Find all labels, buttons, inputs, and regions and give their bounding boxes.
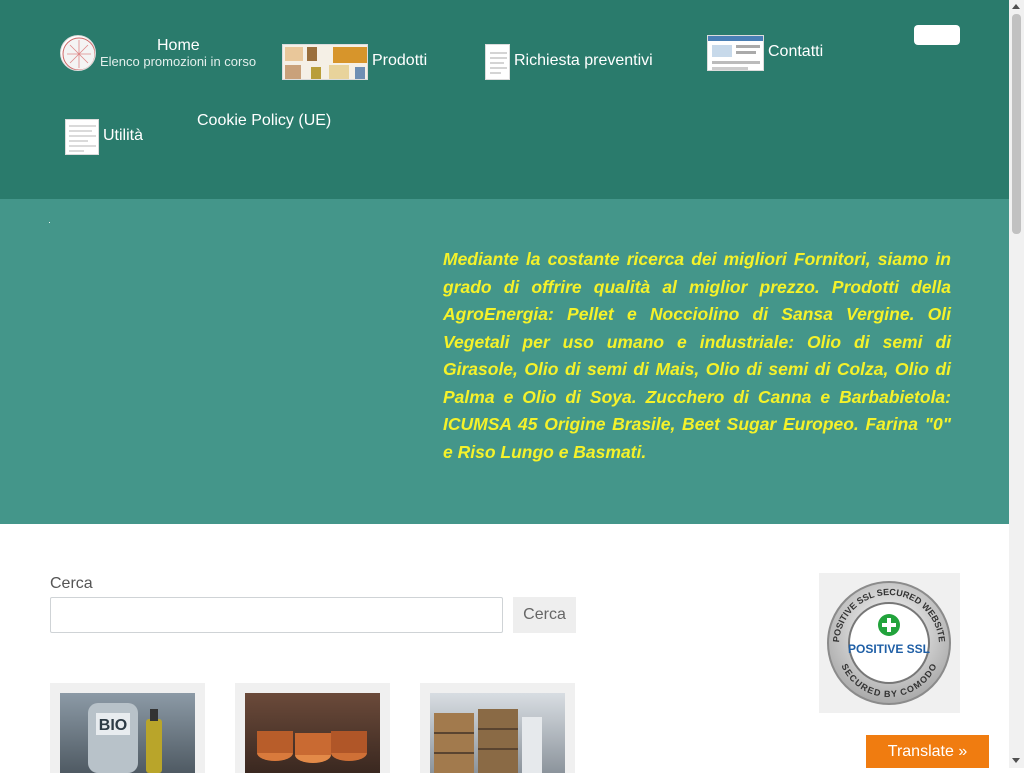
scroll-up-arrow-icon[interactable]	[1012, 4, 1020, 9]
products-collage-icon	[285, 47, 367, 79]
nav-home[interactable]: Home	[157, 37, 200, 55]
contatti-thumbnail[interactable]	[707, 35, 764, 71]
utility-page-icon	[69, 125, 96, 152]
warehouse-pallets-image[interactable]	[430, 693, 565, 773]
preventivi-thumbnail[interactable]	[485, 44, 510, 80]
scrollbar[interactable]	[1009, 0, 1024, 768]
ssl-seal-icon: POSITIVE SSL SECURED WEBSITE SECURED BY …	[827, 581, 951, 705]
nav-prodotti[interactable]: Prodotti	[372, 52, 427, 70]
search-button[interactable]: Cerca	[513, 597, 576, 633]
search-label: Cerca	[50, 575, 93, 592]
menu-toggle-button[interactable]	[914, 25, 960, 45]
map-icon	[62, 37, 95, 70]
utilita-thumbnail[interactable]	[65, 119, 99, 155]
document-icon	[490, 52, 507, 74]
ssl-badge[interactable]: POSITIVE SSL SECURED WEBSITE SECURED BY …	[819, 573, 960, 713]
product-card[interactable]	[235, 683, 390, 773]
scrollbar-thumb[interactable]	[1012, 14, 1021, 234]
home-thumbnail[interactable]	[60, 35, 96, 71]
nav-contatti[interactable]: Contatti	[768, 43, 823, 61]
bio-oil-tanks-image[interactable]: BIO	[60, 693, 195, 773]
product-card[interactable]: BIO	[50, 683, 205, 773]
hero-dot	[49, 222, 50, 223]
hero-description: Mediante la costante ricerca dei miglior…	[443, 249, 951, 462]
nav-preventivi[interactable]: Richiesta preventivi	[514, 52, 653, 70]
scroll-down-arrow-icon[interactable]	[1012, 758, 1020, 763]
prodotti-thumbnail[interactable]	[282, 44, 368, 80]
svg-text:BIO: BIO	[99, 717, 127, 734]
search-input[interactable]	[50, 597, 503, 633]
contact-page-icon	[708, 36, 763, 70]
site-header: Home Elenco promozioni in corso Prodotti…	[0, 0, 1009, 199]
copper-rolls-image[interactable]	[245, 693, 380, 773]
svg-text:POSITIVE SSL: POSITIVE SSL	[848, 642, 930, 656]
nav-utilita[interactable]: Utilità	[103, 127, 143, 145]
product-card[interactable]	[420, 683, 575, 773]
nav-home-sublabel[interactable]: Elenco promozioni in corso	[100, 54, 256, 69]
nav-cookie-policy[interactable]: Cookie Policy (UE)	[197, 112, 331, 130]
translate-button[interactable]: Translate »	[866, 735, 989, 768]
